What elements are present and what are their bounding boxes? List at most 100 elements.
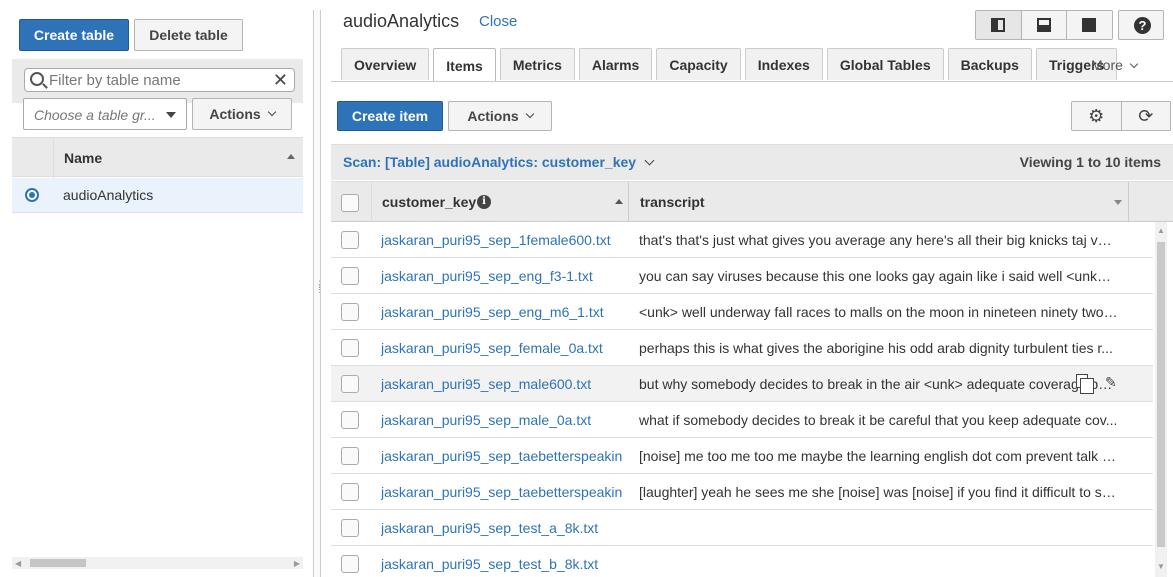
- sort-ascending-icon[interactable]: [615, 199, 623, 204]
- table-group-placeholder: Choose a table gr...: [34, 107, 156, 123]
- table-row[interactable]: jaskaran_puri95_sep_male600.txt but why …: [331, 366, 1153, 402]
- name-column-header[interactable]: Name: [64, 150, 102, 166]
- table-row[interactable]: jaskaran_puri95_sep_1female600.txt that'…: [331, 222, 1153, 258]
- clear-icon[interactable]: ✕: [273, 71, 288, 89]
- customer-key-link[interactable]: jaskaran_puri95_sep_taebetterspeakin: [381, 484, 626, 500]
- tab-alarms[interactable]: Alarms: [578, 48, 653, 80]
- table-row[interactable]: jaskaran_puri95_sep_female_0a.txt perhap…: [331, 330, 1153, 366]
- customer-key-link[interactable]: jaskaran_puri95_sep_male_0a.txt: [381, 412, 626, 428]
- select-all-checkbox[interactable]: [341, 194, 359, 212]
- drag-handle-icon[interactable]: ⋮ ⋮: [315, 280, 324, 294]
- customer-key-link[interactable]: jaskaran_puri95_sep_eng_f3-1.txt: [381, 268, 626, 284]
- left-actions-button[interactable]: Actions: [192, 98, 292, 130]
- delete-table-button[interactable]: Delete table: [134, 19, 243, 51]
- customer-key-link[interactable]: jaskaran_puri95_sep_male600.txt: [381, 376, 626, 392]
- scroll-down-icon[interactable]: ▼: [1157, 562, 1165, 571]
- settings-refresh-group: ⚙ ⟳: [1071, 101, 1171, 131]
- sort-indicator-icon[interactable]: [1114, 200, 1122, 205]
- row-checkbox[interactable]: [341, 483, 359, 501]
- row-checkbox[interactable]: [341, 231, 359, 249]
- column-divider[interactable]: [1128, 182, 1129, 222]
- row-actions: ✎: [1076, 374, 1126, 394]
- sort-ascending-icon[interactable]: [287, 154, 295, 159]
- tab-capacity[interactable]: Capacity: [656, 48, 741, 80]
- search-icon: [30, 72, 44, 86]
- table-row[interactable]: jaskaran_puri95_sep_test_a_8k.txt: [331, 510, 1153, 546]
- table-group-select[interactable]: Choose a table gr...: [23, 98, 187, 130]
- dropdown-arrow-icon: [166, 112, 176, 118]
- transcript-cell: [noise] me too me too me maybe the learn…: [639, 448, 1119, 464]
- scan-bar: Scan: [Table] audioAnalytics: customer_k…: [331, 144, 1173, 180]
- table-row[interactable]: jaskaran_puri95_sep_taebetterspeakin [no…: [331, 438, 1153, 474]
- filter-input-wrapper: ✕: [24, 68, 295, 92]
- copy-icon[interactable]: [1076, 374, 1094, 394]
- scrollbar-thumb[interactable]: [1157, 242, 1165, 547]
- create-table-button[interactable]: Create table: [19, 19, 129, 51]
- table-row[interactable]: jaskaran_puri95_sep_eng_m6_1.txt <unk> w…: [331, 294, 1153, 330]
- close-link[interactable]: Close: [479, 13, 517, 30]
- layout-split-left-button[interactable]: [976, 11, 1022, 39]
- customer-key-column-header[interactable]: customer_key: [382, 194, 476, 210]
- row-checkbox[interactable]: [341, 555, 359, 573]
- column-divider[interactable]: [628, 182, 629, 222]
- customer-key-link[interactable]: jaskaran_puri95_sep_female_0a.txt: [381, 340, 626, 356]
- left-actions-label: Actions: [209, 106, 261, 122]
- row-checkbox[interactable]: [341, 411, 359, 429]
- layout-split-bottom-button[interactable]: [1021, 11, 1068, 39]
- customer-key-link[interactable]: jaskaran_puri95_sep_1female600.txt: [381, 232, 626, 248]
- settings-button[interactable]: ⚙: [1072, 102, 1122, 130]
- tab-indexes[interactable]: Indexes: [744, 48, 823, 80]
- scan-selector[interactable]: Scan: [Table] audioAnalytics: customer_k…: [343, 154, 655, 170]
- help-button[interactable]: ?: [1118, 10, 1164, 40]
- chevron-down-icon: [644, 155, 655, 166]
- tab-more[interactable]: More: [1091, 57, 1139, 73]
- layout-toggle-group: [975, 10, 1113, 40]
- customer-key-link[interactable]: jaskaran_puri95_sep_test_a_8k.txt: [381, 520, 626, 536]
- row-checkbox[interactable]: [341, 447, 359, 465]
- create-item-button[interactable]: Create item: [337, 101, 443, 131]
- table-row[interactable]: jaskaran_puri95_sep_male_0a.txt what if …: [331, 402, 1153, 438]
- row-checkbox[interactable]: [341, 339, 359, 357]
- layout-fullscreen-button[interactable]: [1067, 11, 1113, 39]
- tab-backups[interactable]: Backups: [947, 48, 1032, 80]
- transcript-column-header[interactable]: transcript: [640, 194, 705, 210]
- panel-splitter[interactable]: ⋮ ⋮: [313, 10, 324, 577]
- table-name[interactable]: audioAnalytics: [63, 187, 153, 203]
- column-divider: [371, 182, 372, 222]
- row-checkbox[interactable]: [341, 375, 359, 393]
- customer-key-link[interactable]: jaskaran_puri95_sep_taebetterspeakin: [381, 448, 626, 464]
- row-checkbox[interactable]: [341, 267, 359, 285]
- items-actions-button[interactable]: Actions: [448, 101, 552, 131]
- info-icon[interactable]: i: [477, 195, 491, 209]
- vertical-scrollbar[interactable]: ▲ ▼: [1155, 222, 1167, 577]
- table-radio-button[interactable]: [25, 188, 39, 202]
- tab-items[interactable]: Items: [433, 48, 496, 82]
- refresh-button[interactable]: ⟳: [1122, 102, 1171, 130]
- viewing-count: Viewing 1 to 10 items: [1019, 154, 1161, 170]
- tab-global-tables[interactable]: Global Tables: [826, 48, 944, 80]
- table-row[interactable]: jaskaran_puri95_sep_taebetterspeakin [la…: [331, 474, 1153, 510]
- tab-overview[interactable]: Overview: [341, 48, 430, 80]
- row-checkbox[interactable]: [341, 519, 359, 537]
- scroll-left-icon[interactable]: ◀: [15, 559, 21, 568]
- table-row[interactable]: jaskaran_puri95_sep_test_b_8k.txt: [331, 546, 1153, 577]
- items-table-header: customer_key i transcript: [331, 181, 1173, 222]
- transcript-cell: what if somebody decides to break it be …: [639, 412, 1118, 428]
- tab-metrics[interactable]: Metrics: [499, 48, 575, 80]
- split-left-icon: [991, 18, 1005, 32]
- table-title: audioAnalytics: [343, 11, 460, 31]
- tab-bar: Overview Items Metrics Alarms Capacity I…: [341, 48, 1121, 82]
- edit-icon[interactable]: ✎: [1105, 374, 1117, 391]
- help-icon: ?: [1134, 17, 1151, 34]
- table-list-row[interactable]: audioAnalytics: [12, 178, 303, 213]
- scroll-up-icon[interactable]: ▲: [1157, 226, 1165, 235]
- scroll-right-icon[interactable]: ▶: [294, 559, 300, 568]
- scrollbar-thumb[interactable]: [30, 559, 86, 567]
- row-checkbox[interactable]: [341, 303, 359, 321]
- table-row[interactable]: jaskaran_puri95_sep_eng_f3-1.txt you can…: [331, 258, 1153, 294]
- horizontal-scrollbar[interactable]: ◀ ▶: [12, 557, 303, 569]
- filter-input[interactable]: [49, 71, 269, 89]
- customer-key-link[interactable]: jaskaran_puri95_sep_eng_m6_1.txt: [381, 304, 626, 320]
- customer-key-link[interactable]: jaskaran_puri95_sep_test_b_8k.txt: [381, 556, 626, 572]
- transcript-cell: <unk> well underway fall races to malls …: [639, 304, 1119, 320]
